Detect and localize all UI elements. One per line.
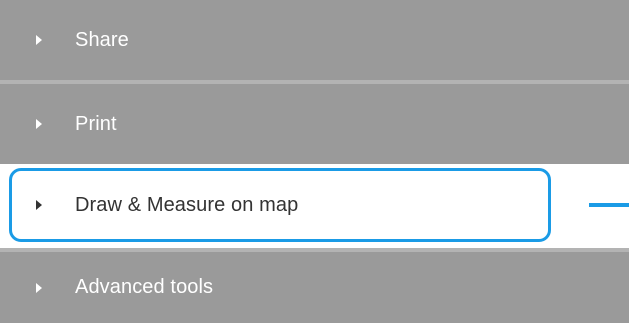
menu-item-print[interactable]: Print [0,84,629,164]
menu-item-label: Print [75,112,117,135]
menu-item-label: Draw & Measure on map [75,193,299,216]
menu-item-share[interactable]: Share [0,0,629,80]
menu-item-draw-measure[interactable]: Draw & Measure on map [0,166,629,244]
menu-item-advanced-tools[interactable]: Advanced tools [0,252,629,323]
caret-right-icon [36,119,42,129]
caret-right-icon [36,35,42,45]
caret-right-icon [36,282,42,293]
menu-item-label: Advanced tools [75,276,214,298]
callout-line [589,203,629,207]
menu-item-label: Share [75,28,129,51]
caret-right-icon [36,200,42,210]
tools-menu: Share Print Draw & Measure on map Advanc… [0,0,629,323]
